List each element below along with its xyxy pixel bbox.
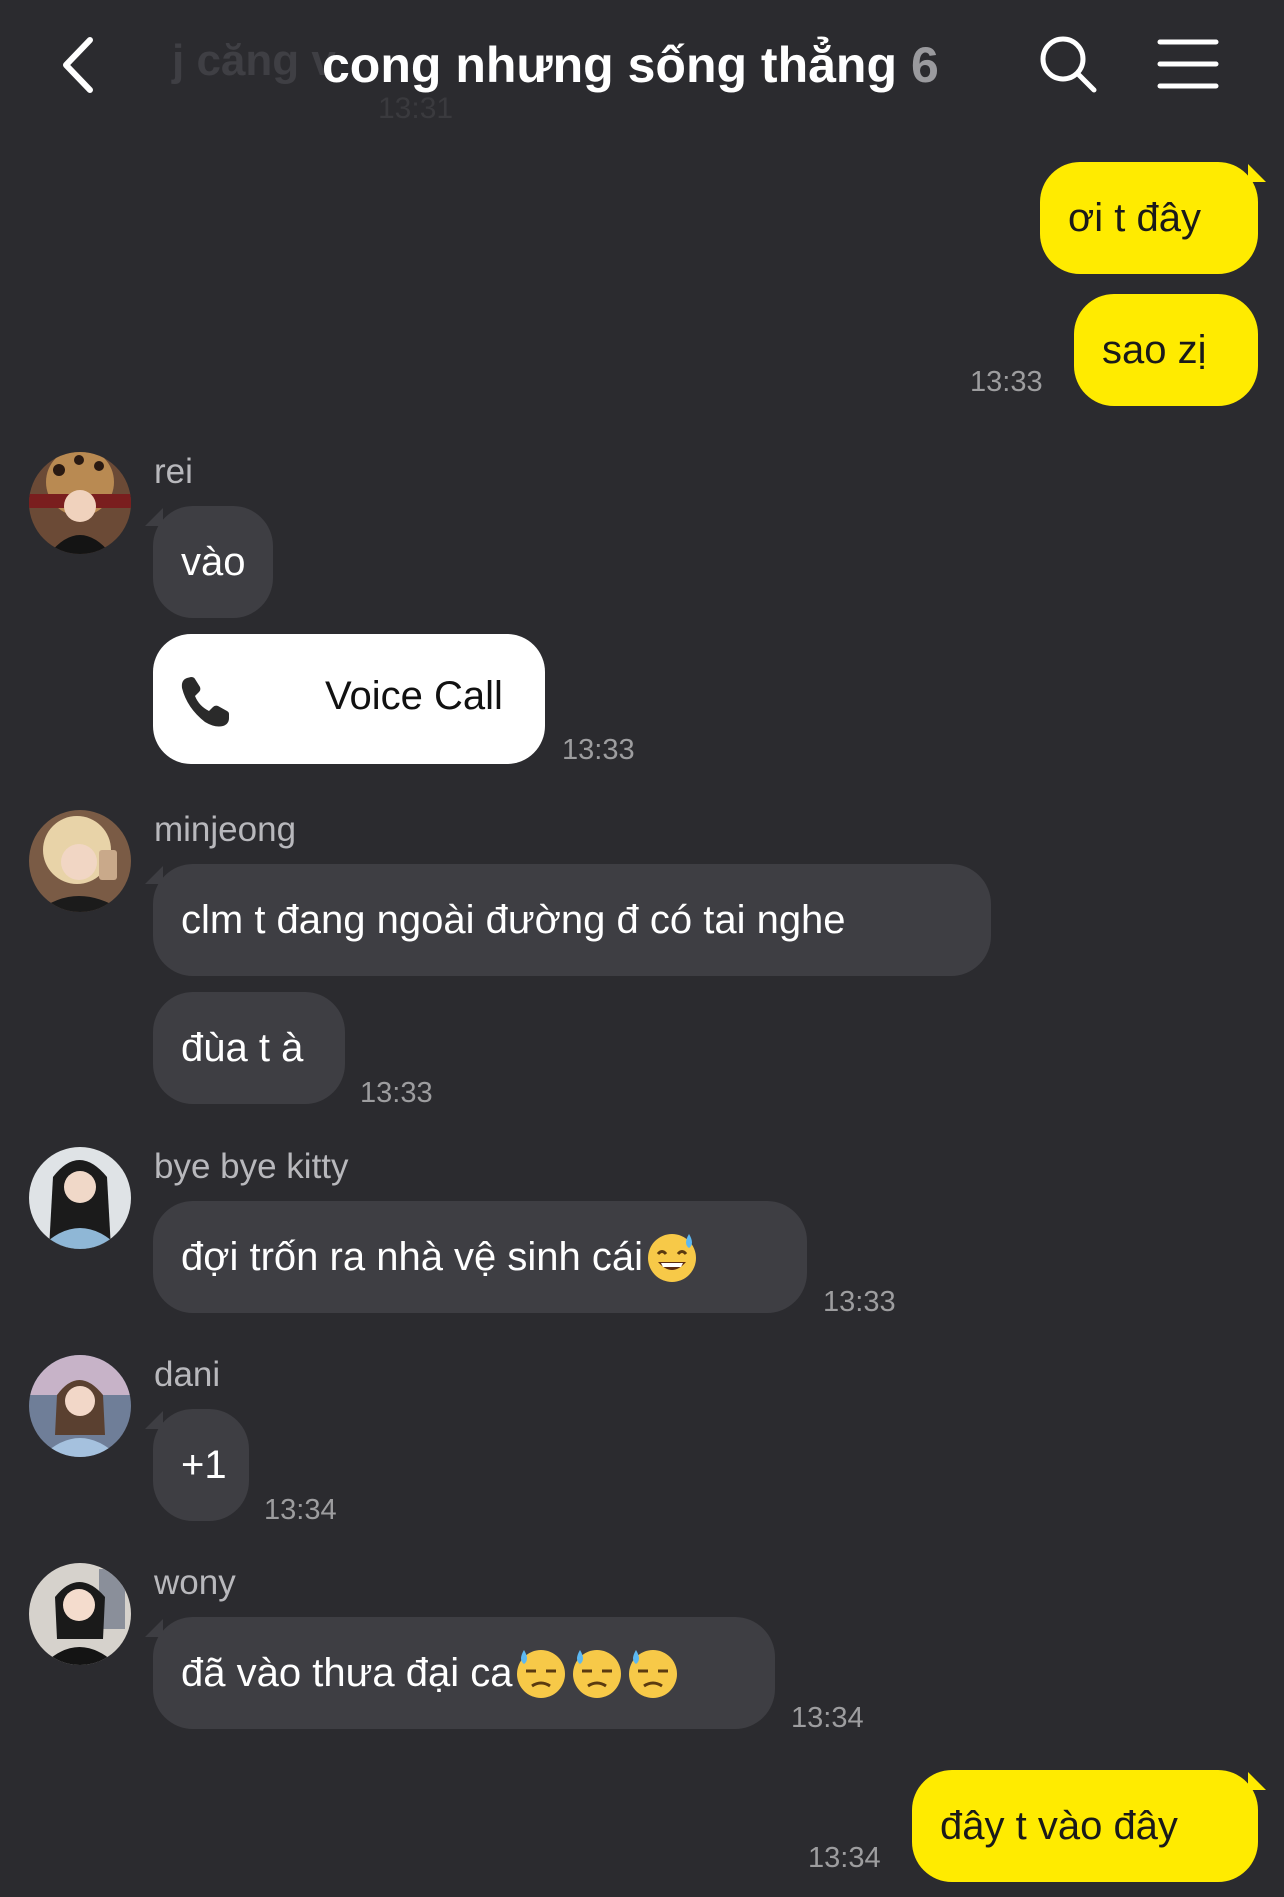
menu-button[interactable] (1156, 36, 1220, 92)
sender-name: minjeong (154, 810, 297, 849)
message-time: 13:33 (970, 366, 1043, 398)
sender-name: bye bye kitty (154, 1147, 349, 1186)
search-icon (1040, 36, 1097, 93)
message-time: 13:33 (360, 1077, 433, 1109)
bubble-tail (1248, 164, 1266, 182)
incoming-message-bubble[interactable]: vào (153, 506, 273, 618)
message-text: +1 (181, 1443, 227, 1487)
bubble-tail (145, 1411, 163, 1429)
voice-call-label: Voice Call (325, 674, 503, 718)
avatar-dani[interactable] (29, 1355, 131, 1457)
message-text: đùa t à (181, 1026, 304, 1070)
outgoing-message-bubble[interactable]: sao zị (1074, 294, 1258, 406)
outgoing-message-bubble[interactable]: ơi t đây (1040, 162, 1258, 274)
avatar-wony[interactable] (29, 1563, 131, 1665)
message-time: 13:33 (823, 1286, 896, 1318)
member-count: 6 (911, 37, 939, 93)
message-text: đợi trốn ra nhà vệ sinh cái (181, 1235, 644, 1279)
message-text: đây t vào đây (940, 1804, 1178, 1848)
faded-previous-time: 13:31 (378, 92, 454, 125)
sweat-smile-emoji (648, 1234, 697, 1282)
outgoing-message-bubble[interactable]: đây t vào đây (912, 1770, 1258, 1882)
back-button[interactable] (56, 30, 126, 100)
message-time: 13:34 (808, 1842, 881, 1874)
bubble-tail (145, 866, 163, 884)
downcast-sweat-emoji (517, 1650, 566, 1698)
chat-title-text: cong nhưng sống thẳng (322, 37, 897, 93)
chat-title[interactable]: cong nhưng sống thẳng 6 (322, 36, 939, 94)
sender-name: dani (154, 1355, 221, 1394)
message-text: ơi t đây (1068, 196, 1201, 240)
message-text: đã vào thưa đại ca (181, 1651, 513, 1695)
bubble-tail (1248, 1772, 1266, 1790)
message-text: sao zị (1102, 328, 1207, 372)
voice-call-card[interactable]: Voice Call (153, 634, 545, 764)
message-time: 13:33 (562, 734, 635, 766)
incoming-message-bubble[interactable]: đùa t à (153, 992, 345, 1104)
search-button[interactable] (1036, 32, 1100, 96)
hamburger-menu-icon (1157, 39, 1219, 89)
downcast-sweat-emoji (629, 1650, 678, 1698)
avatar-minjeong[interactable] (29, 810, 131, 912)
avatar-bye-bye-kitty[interactable] (29, 1147, 131, 1249)
downcast-sweat-emoji (573, 1650, 622, 1698)
sender-name: wony (154, 1563, 236, 1602)
phone-icon (181, 677, 229, 727)
bubble-tail (145, 1619, 163, 1637)
sender-name: rei (154, 452, 193, 491)
message-time: 13:34 (791, 1702, 864, 1734)
message-text: clm t đang ngoài đường đ có tai nghe (181, 898, 846, 942)
incoming-message-bubble[interactable]: đã vào thưa đại ca (153, 1617, 775, 1729)
incoming-message-bubble[interactable]: đợi trốn ra nhà vệ sinh cái (153, 1201, 807, 1313)
incoming-message-bubble[interactable]: clm t đang ngoài đường đ có tai nghe (153, 864, 991, 976)
chevron-left-icon (63, 37, 93, 93)
avatar-rei[interactable] (29, 452, 131, 554)
faded-previous-message: j căng v (172, 36, 336, 85)
chat-header: j căng v 13:31 cong nhưng sống thẳng 6 (0, 0, 1284, 140)
bubble-tail (145, 508, 163, 526)
message-time: 13:34 (264, 1494, 337, 1526)
message-text: vào (181, 540, 246, 584)
incoming-message-bubble[interactable]: +1 (153, 1409, 249, 1521)
